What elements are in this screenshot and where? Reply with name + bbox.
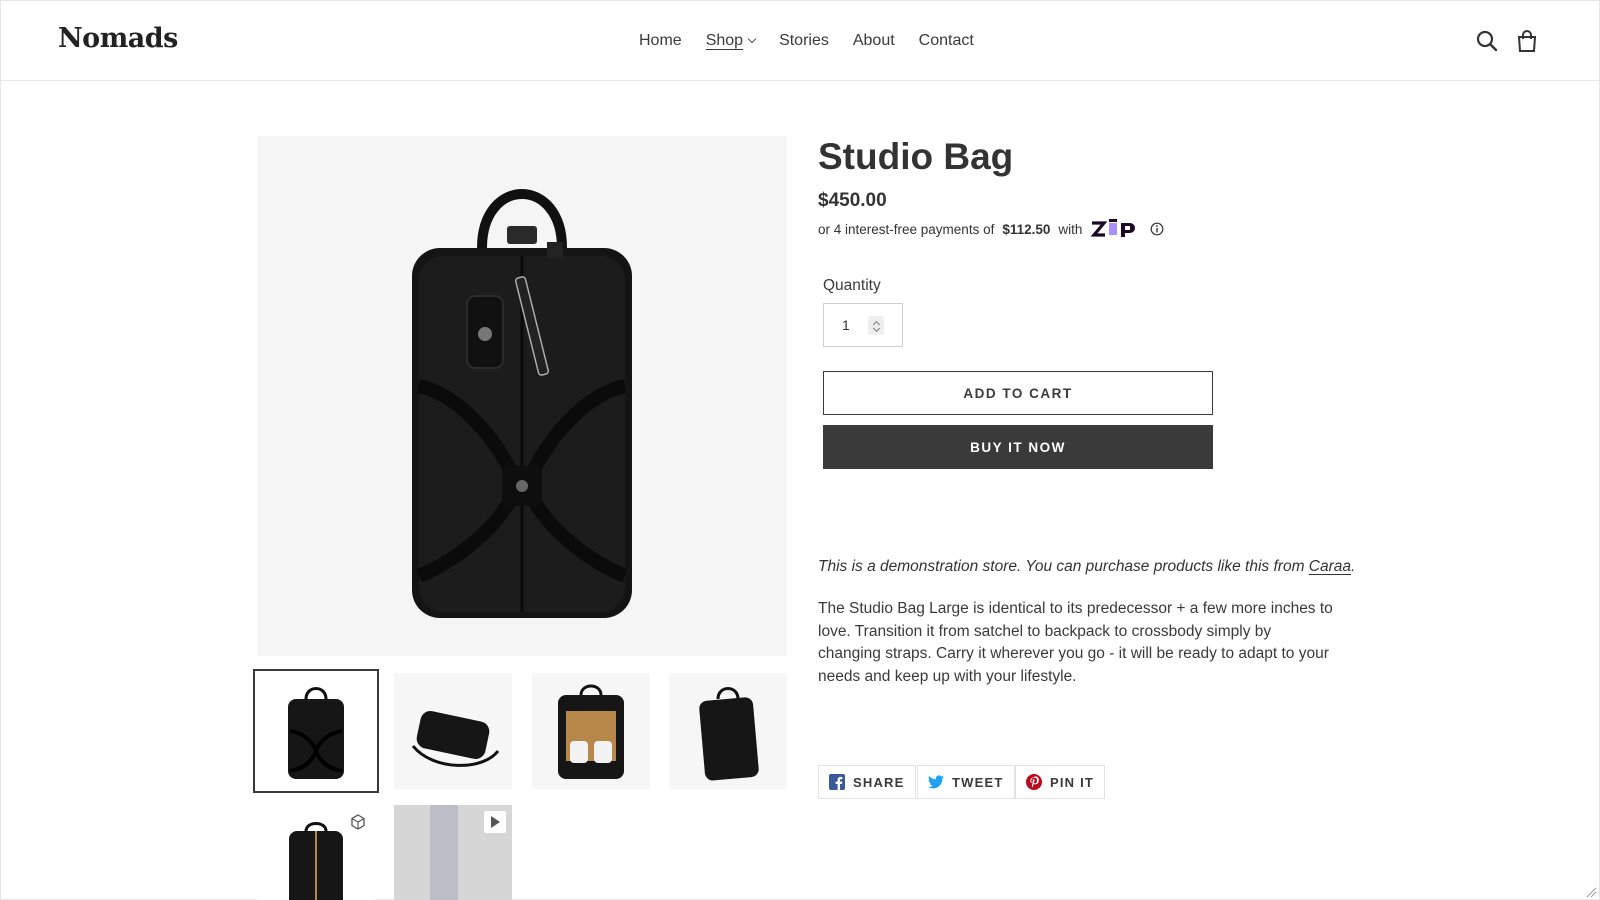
quantity-input[interactable]: 1 — [823, 303, 903, 347]
site-logo[interactable]: Nomads — [58, 23, 178, 54]
thumbnail-front[interactable] — [253, 669, 379, 793]
nav-item-about[interactable]: About — [853, 32, 895, 50]
nav-item-home[interactable]: Home — [639, 32, 682, 50]
site-header: Nomads Home Shop Stories About Contact — [1, 1, 1599, 81]
bag-thumbnail-image — [289, 822, 343, 900]
share-pinterest-button[interactable]: PIN IT — [1015, 765, 1106, 799]
demo-store-note: This is a demonstration store. You can p… — [818, 558, 1355, 576]
facebook-icon — [829, 774, 845, 790]
video-thumbnail-image — [430, 805, 458, 900]
twitter-icon — [928, 775, 944, 789]
bag-thumbnail-image — [411, 710, 500, 767]
3d-model-icon — [347, 811, 369, 833]
thumbnail-side[interactable] — [394, 673, 512, 789]
share-label: SHARE — [853, 774, 905, 790]
pinterest-icon — [1026, 774, 1042, 790]
thumbnail-angle[interactable] — [669, 673, 787, 789]
product-price: $450.00 — [818, 190, 887, 211]
installments-amount: $112.50 — [1002, 221, 1051, 237]
pin-it-label: PIN IT — [1050, 774, 1095, 790]
share-facebook-button[interactable]: SHARE — [818, 765, 916, 799]
caraa-link[interactable]: Caraa — [1309, 558, 1351, 575]
play-icon — [484, 811, 506, 833]
nav-item-shop[interactable]: Shop — [706, 32, 757, 50]
chevron-down-icon — [747, 34, 757, 44]
quantity-value[interactable]: 1 — [842, 317, 850, 333]
bag-thumbnail-image — [558, 684, 624, 779]
tweet-label: TWEET — [952, 774, 1004, 790]
product-main-image[interactable] — [257, 136, 787, 656]
product-description: The Studio Bag Large is identical to its… — [818, 600, 1333, 685]
bag-image — [412, 189, 632, 618]
thumbnail-3d-model[interactable] — [257, 805, 375, 900]
quantity-stepper[interactable] — [868, 316, 884, 335]
nav-item-stories[interactable]: Stories — [779, 32, 829, 50]
demo-note-end: . — [1351, 558, 1356, 575]
thumbnail-video[interactable] — [394, 805, 512, 900]
resize-handle[interactable] — [1585, 885, 1597, 898]
quantity-label: Quantity — [823, 277, 881, 294]
installments-info: or 4 interest-free payments of $112.50 w… — [818, 219, 1164, 239]
buy-it-now-button[interactable]: BUY IT NOW — [823, 425, 1213, 469]
installments-text: or 4 interest-free payments of — [818, 221, 995, 237]
product-title: Studio Bag — [818, 136, 1014, 177]
info-icon[interactable] — [1150, 222, 1164, 236]
thumbnail-open[interactable] — [532, 673, 650, 789]
zip-logo — [1090, 219, 1142, 239]
main-nav: Home Shop Stories About Contact — [639, 32, 974, 50]
cart-icon[interactable] — [1515, 29, 1541, 55]
search-icon[interactable] — [1475, 29, 1501, 55]
add-to-cart-button[interactable]: ADD TO CART — [823, 371, 1213, 415]
nav-item-contact[interactable]: Contact — [919, 32, 974, 50]
demo-note-text: This is a demonstration store. You can p… — [818, 558, 1305, 575]
bag-thumbnail-image — [699, 687, 759, 781]
installments-with: with — [1058, 221, 1083, 237]
bag-thumbnail-image — [288, 687, 344, 779]
share-twitter-button[interactable]: TWEET — [917, 765, 1015, 799]
